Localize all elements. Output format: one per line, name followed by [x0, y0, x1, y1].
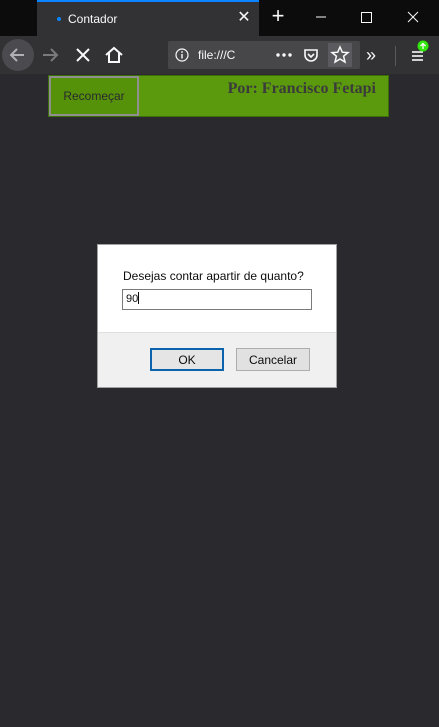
restart-button[interactable]: Recomeçar: [49, 76, 139, 116]
bookmark-star-icon[interactable]: [328, 43, 352, 67]
maximize-icon: [361, 12, 372, 23]
home-icon[interactable]: [102, 43, 126, 67]
navigation-toolbar: file:///C »: [0, 36, 439, 74]
back-button[interactable]: [2, 39, 34, 71]
input-value: 90: [126, 293, 139, 305]
hamburger-menu-icon: [412, 51, 423, 61]
maximize-button[interactable]: [344, 0, 390, 34]
overflow-chevron-icon[interactable]: »: [366, 46, 376, 64]
new-tab-icon[interactable]: +: [266, 5, 290, 29]
pocket-icon[interactable]: [302, 46, 320, 64]
dialog-footer: OK Cancelar: [98, 332, 336, 387]
header-bar: Recomeçar Por: Francisco Fetapi: [48, 75, 389, 117]
dialog-body: Desejas contar apartir de quanto? 90: [98, 245, 336, 332]
dialog-message: Desejas contar apartir de quanto?: [123, 269, 304, 283]
minimize-icon: [316, 16, 326, 18]
prompt-dialog: Desejas contar apartir de quanto? 90 OK …: [97, 244, 337, 388]
toolbar-separator: [395, 46, 396, 66]
info-icon[interactable]: [175, 48, 189, 62]
tab-close-icon[interactable]: ✕: [235, 9, 253, 27]
update-badge-icon: [417, 40, 429, 52]
url-text[interactable]: file:///C: [198, 48, 262, 62]
back-arrow-icon: [9, 48, 24, 62]
tab-strip: Contador ✕ +: [0, 0, 439, 36]
text-caret: [138, 292, 140, 304]
ok-button[interactable]: OK: [150, 348, 224, 371]
window-close-button[interactable]: [391, 0, 437, 34]
close-icon: [407, 11, 419, 23]
tab-active[interactable]: Contador ✕: [37, 0, 259, 36]
count-start-input[interactable]: 90: [122, 289, 312, 310]
minimize-button[interactable]: [299, 0, 345, 34]
author-label: Por: Francisco Fetapi: [227, 80, 376, 97]
tab-title: Contador: [68, 12, 118, 26]
cancel-button[interactable]: Cancelar: [236, 348, 310, 371]
loading-dot-icon: [57, 17, 61, 21]
menu-button[interactable]: [405, 39, 433, 69]
url-bar[interactable]: file:///C: [168, 41, 360, 69]
page-actions-icon[interactable]: [274, 47, 294, 63]
forward-arrow-icon[interactable]: [38, 43, 62, 67]
page-content: Recomeçar Por: Francisco Fetapi: [0, 74, 439, 727]
stop-icon[interactable]: [71, 43, 95, 67]
